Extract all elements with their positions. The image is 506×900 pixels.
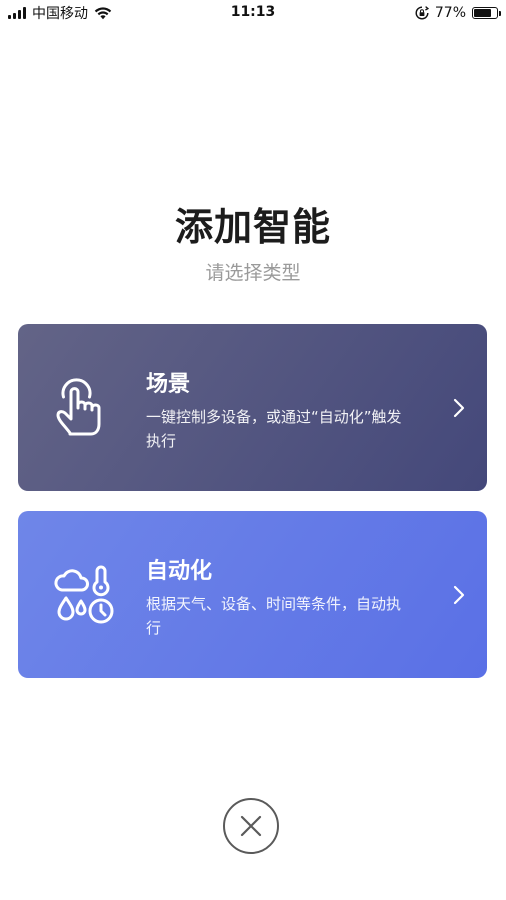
orientation-lock-icon — [415, 6, 429, 20]
scene-option-card[interactable]: 场景 一键控制多设备，或通过“自动化”触发执行 — [18, 324, 487, 491]
battery-icon — [472, 7, 501, 19]
page-title: 添加智能 — [174, 205, 331, 249]
automation-option-card[interactable]: 自动化 根据天气、设备、时间等条件，自动执行 — [18, 511, 487, 678]
tap-hand-icon — [56, 377, 101, 435]
scene-option-title: 场景 — [146, 372, 191, 397]
close-icon — [240, 815, 262, 837]
battery-fill — [474, 9, 491, 17]
status-bar: 中国移动 11:13 77% — [0, 0, 506, 26]
page-subtitle: 请选择类型 — [205, 262, 301, 284]
automation-option-title: 自动化 — [146, 559, 213, 584]
close-button[interactable] — [223, 798, 279, 854]
chevron-right-icon — [453, 585, 465, 604]
scene-option-description: 一键控制多设备，或通过“自动化”触发执行 — [146, 408, 402, 450]
weather-conditions-icon — [54, 565, 114, 623]
status-right: 77% — [415, 4, 501, 22]
battery-percent: 77% — [434, 5, 466, 21]
automation-option-description: 根据天气、设备、时间等条件，自动执行 — [146, 595, 402, 637]
chevron-right-icon — [453, 398, 465, 417]
